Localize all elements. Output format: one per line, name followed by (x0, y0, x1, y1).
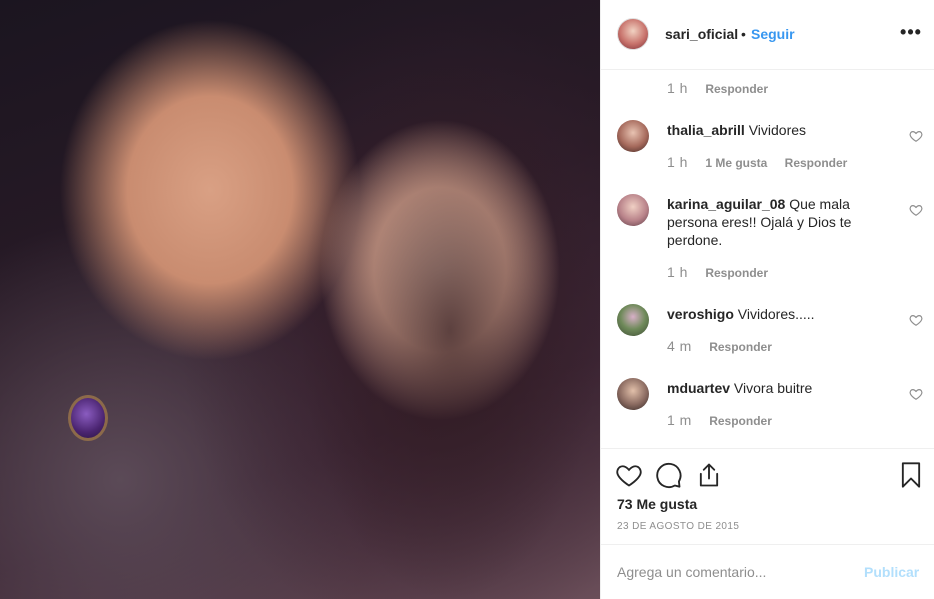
reply-button[interactable]: Responder (785, 156, 848, 170)
post-date[interactable]: 23 DE AGOSTO DE 2015 (617, 521, 739, 532)
photo-shading (300, 60, 600, 599)
comment-meta: 1 h Responder (667, 264, 768, 280)
likes-count[interactable]: 73 Me gusta (617, 496, 697, 512)
more-options-icon[interactable]: ••• (899, 20, 923, 44)
comment-meta: 1 h Responder (667, 80, 768, 96)
post-header: sari_oficial • Seguir ••• (601, 0, 934, 70)
comment-text: thalia_abrill Vividores (667, 121, 877, 139)
share-icon[interactable] (695, 461, 723, 489)
comment-text: mduartev Vivora buitre (667, 379, 877, 397)
comment-avatar[interactable] (617, 304, 649, 336)
comment-time[interactable]: 1 h (667, 264, 688, 280)
comment-time[interactable]: 1 m (667, 412, 692, 428)
heart-icon[interactable] (909, 313, 923, 327)
comment-likes[interactable]: 1 Me gusta (705, 156, 767, 170)
reply-button[interactable]: Responder (705, 82, 768, 96)
post-actions: 73 Me gusta 23 DE AGOSTO DE 2015 (601, 448, 934, 544)
add-comment-bar: Agrega un comentario... Publicar (601, 544, 934, 599)
reply-button[interactable]: Responder (709, 340, 772, 354)
comment-body: Vividores (748, 122, 807, 138)
comment-body: Vividores..... (737, 306, 815, 322)
comment-input[interactable]: Agrega un comentario... (617, 564, 766, 580)
reply-button[interactable]: Responder (705, 266, 768, 280)
comment-icon[interactable] (655, 461, 683, 489)
comment-text: veroshigo Vividores..... (667, 305, 877, 323)
comment-avatar[interactable] (617, 378, 649, 410)
post-username[interactable]: sari_oficial (665, 26, 738, 42)
reply-button[interactable]: Responder (709, 414, 772, 428)
heart-icon[interactable] (909, 387, 923, 401)
comment-body: Vivora buitre (733, 380, 813, 396)
separator-dot: • (741, 26, 746, 42)
avatar[interactable] (617, 18, 649, 50)
heart-icon[interactable] (909, 129, 923, 143)
comment-avatar[interactable] (617, 194, 649, 226)
post-photo[interactable] (0, 0, 600, 599)
comment-username[interactable]: karina_aguilar_08 (667, 196, 785, 212)
heart-icon[interactable] (909, 203, 923, 217)
bookmark-icon[interactable] (897, 461, 925, 489)
publish-button[interactable]: Publicar (864, 564, 919, 580)
follow-button[interactable]: Seguir (751, 26, 795, 42)
comment-username[interactable]: mduartev (667, 380, 730, 396)
heart-icon[interactable] (615, 461, 643, 489)
comment-username[interactable]: veroshigo (667, 306, 734, 322)
pendant-necklace (68, 395, 108, 441)
comment-time[interactable]: 1 h (667, 154, 688, 170)
post-side-panel: sari_oficial • Seguir ••• 1 h Responder … (600, 0, 934, 599)
comment-username[interactable]: thalia_abrill (667, 122, 745, 138)
comment-meta: 1 m Responder (667, 412, 772, 428)
comment-text: karina_aguilar_08 Que mala persona eres!… (667, 195, 882, 249)
comment-time[interactable]: 1 h (667, 80, 688, 96)
comment-meta: 1 h 1 Me gusta Responder (667, 154, 847, 170)
comment-meta: 4 m Responder (667, 338, 772, 354)
comment-avatar[interactable] (617, 120, 649, 152)
comment-time[interactable]: 4 m (667, 338, 692, 354)
